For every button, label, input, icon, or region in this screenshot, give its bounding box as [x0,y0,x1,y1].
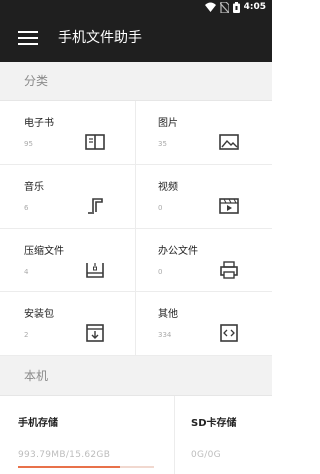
status-bar: 4:05 [0,0,272,14]
category-count: 0 [158,203,163,212]
section-header-category: 分类 [0,62,272,101]
category-office[interactable]: 办公文件 0 [136,229,272,293]
category-archive[interactable]: 压缩文件 4 [0,228,136,293]
category-label: 图片 [158,118,178,129]
category-ebook[interactable]: 电子书 95 [0,101,136,165]
image-icon [218,131,240,153]
phone-storage-card[interactable]: 手机存储 993.79MB/15.62GB [0,396,175,474]
category-count: 4 [24,267,29,276]
storage-usage: 993.79MB/15.62GB [18,450,111,460]
category-count: 334 [158,331,172,340]
category-label: 安装包 [24,309,54,321]
category-count: 6 [24,203,29,212]
storage-progress-fill [18,466,120,468]
category-count: 2 [24,331,29,340]
category-count: 0 [158,267,163,276]
category-label: 压缩文件 [24,245,64,257]
category-image[interactable]: 图片 35 [136,101,272,165]
package-icon [84,322,106,344]
archive-icon [84,259,106,281]
page-title: 手机文件助手 [58,30,142,46]
category-other[interactable]: 其他 334 [136,292,272,356]
category-label: 其他 [158,309,178,321]
storage-title: 手机存储 [18,418,58,429]
battery-icon [232,1,240,13]
category-music[interactable]: 音乐 6 [0,164,136,229]
category-label: 视频 [158,181,178,193]
app-bar: 手机文件助手 [0,14,272,62]
category-grid: 电子书 95 图片 35 音乐 6 视频 0 压缩文件 4 办公文件 0 安装包… [0,101,272,356]
book-icon [84,131,106,153]
section-header-local: 本机 [0,356,272,396]
video-icon [218,195,240,217]
status-time: 4:05 [243,2,266,12]
category-label: 办公文件 [158,245,198,257]
category-package[interactable]: 安装包 2 [0,292,136,356]
category-label: 电子书 [24,118,54,129]
category-label: 音乐 [24,181,44,193]
music-note-icon [84,195,106,217]
category-count: 95 [24,140,33,148]
category-count: 35 [158,140,167,148]
storage-usage: 0G/0G [191,450,221,460]
category-video[interactable]: 视频 0 [136,165,272,229]
printer-icon [218,259,240,281]
sd-storage-card[interactable]: SD卡存储 0G/0G [175,396,272,474]
code-icon [218,322,240,344]
storage-title: SD卡存储 [191,418,237,429]
wifi-icon [204,2,216,12]
storage-progress-bar [18,466,154,468]
storage-panel: 手机存储 993.79MB/15.62GB SD卡存储 0G/0G [0,396,272,474]
no-sim-icon [219,1,229,13]
hamburger-menu-icon[interactable] [18,27,40,49]
